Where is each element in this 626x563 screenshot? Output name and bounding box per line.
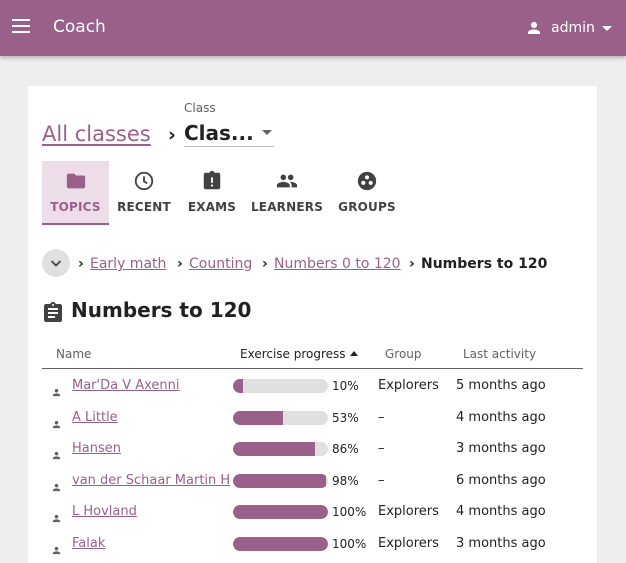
- last-activity-cell: 3 months ago: [456, 441, 546, 457]
- tab-topics[interactable]: TOPICS: [42, 161, 109, 225]
- progress-bar-fill: [233, 537, 328, 551]
- chevron-down-icon: [601, 25, 612, 31]
- last-activity-cell: 4 months ago: [456, 504, 546, 520]
- tab-label: TOPICS: [50, 200, 101, 214]
- column-header-progress[interactable]: Exercise progress: [240, 347, 358, 361]
- learner-name-link[interactable]: A Little: [72, 410, 118, 425]
- progress-bar-fill: [233, 473, 326, 488]
- progress-bar: [233, 442, 328, 457]
- last-activity-cell: 4 months ago: [456, 409, 546, 425]
- progress-bar: [233, 379, 328, 393]
- progress-bar-fill: [233, 379, 243, 393]
- progress-bar: [233, 473, 328, 488]
- column-header-name[interactable]: Name: [56, 347, 91, 361]
- tab-label: GROUPS: [338, 200, 396, 214]
- last-activity-cell: 6 months ago: [456, 472, 546, 488]
- person-icon: [51, 541, 62, 555]
- last-activity-cell: 5 months ago: [456, 378, 546, 393]
- breadcrumb-separator: ›: [78, 256, 84, 272]
- progress-bar-fill: [233, 442, 315, 457]
- content-card: [28, 86, 597, 563]
- group-cell: Explorers: [378, 504, 439, 520]
- tab-groups[interactable]: GROUPS: [336, 161, 398, 225]
- progress-percent: 86%: [332, 442, 359, 457]
- breadcrumb-link[interactable]: Numbers 0 to 120: [274, 256, 401, 272]
- group-cell: –: [378, 441, 385, 457]
- column-header-group[interactable]: Group: [385, 347, 422, 361]
- tab-label: EXAMS: [187, 200, 237, 214]
- app-bar: Coach admin: [0, 0, 626, 56]
- table-header-divider: [42, 368, 583, 369]
- progress-bar: [233, 410, 328, 425]
- breadcrumb-current: Numbers to 120: [421, 256, 548, 272]
- tab-learners[interactable]: LEARNERS: [250, 161, 324, 225]
- page-title: Numbers to 120: [71, 298, 252, 322]
- progress-percent: 10%: [332, 379, 359, 393]
- last-activity-cell: 3 months ago: [456, 536, 546, 551]
- class-select-value: Clas...: [184, 121, 254, 145]
- class-select[interactable]: Clas...: [184, 117, 274, 147]
- person-icon: [51, 509, 62, 523]
- people-icon: [276, 174, 298, 188]
- person-icon: [51, 415, 62, 428]
- column-header-activity[interactable]: Last activity: [463, 347, 536, 361]
- app-title: Coach: [53, 17, 106, 37]
- user-name: admin: [551, 20, 595, 36]
- learner-name-link[interactable]: Falak: [72, 536, 105, 551]
- sort-ascending-icon: [349, 351, 358, 356]
- tab-recent[interactable]: RECENT: [112, 161, 176, 225]
- group-cell: –: [378, 472, 385, 488]
- folder-icon: [66, 173, 85, 189]
- exercise-icon: [44, 302, 62, 322]
- progress-percent: 100%: [332, 505, 367, 520]
- person-icon: [51, 478, 62, 491]
- progress-bar-fill: [233, 505, 328, 520]
- progress-percent: 100%: [332, 537, 367, 551]
- menu-icon[interactable]: [12, 19, 30, 33]
- all-classes-link[interactable]: All classes: [42, 122, 151, 146]
- clock-icon: [134, 171, 154, 191]
- tab-label: RECENT: [117, 200, 171, 214]
- group-cell: Explorers: [378, 378, 439, 393]
- person-icon: [51, 383, 62, 397]
- person-icon: [528, 22, 540, 34]
- progress-bar: [233, 505, 328, 520]
- progress-percent: 53%: [332, 410, 359, 425]
- person-icon: [51, 446, 62, 460]
- groups-icon: [357, 171, 377, 191]
- progress-percent: 98%: [332, 473, 359, 488]
- learner-name-link[interactable]: Mar'Da V Axenni: [72, 378, 180, 393]
- progress-bar: [233, 537, 328, 551]
- learner-name-link[interactable]: Hansen: [72, 441, 121, 456]
- expand-button[interactable]: [42, 249, 70, 277]
- learner-name-link[interactable]: L Hovland: [72, 504, 137, 519]
- group-cell: –: [378, 409, 385, 425]
- exam-icon: [203, 170, 221, 190]
- breadcrumb-link[interactable]: Early math: [90, 256, 166, 272]
- breadcrumb-separator: ›: [409, 256, 415, 272]
- progress-bar-fill: [233, 410, 283, 425]
- tab-label: LEARNERS: [250, 200, 324, 214]
- column-header-label: Exercise progress: [240, 347, 346, 361]
- group-cell: Explorers: [378, 536, 439, 551]
- breadcrumb-separator: ›: [262, 256, 268, 272]
- chevron-down-icon: [50, 260, 62, 267]
- chevron-down-icon: [262, 130, 272, 135]
- breadcrumb-link[interactable]: Counting: [189, 256, 252, 272]
- header-separator: ›: [168, 124, 176, 146]
- tab-exams[interactable]: EXAMS: [180, 161, 244, 225]
- breadcrumb-separator: ›: [177, 256, 183, 272]
- learner-name-link[interactable]: van der Schaar Martin H: [72, 473, 230, 488]
- class-select-label: Class: [184, 101, 216, 115]
- user-menu-button[interactable]: admin: [525, 17, 612, 39]
